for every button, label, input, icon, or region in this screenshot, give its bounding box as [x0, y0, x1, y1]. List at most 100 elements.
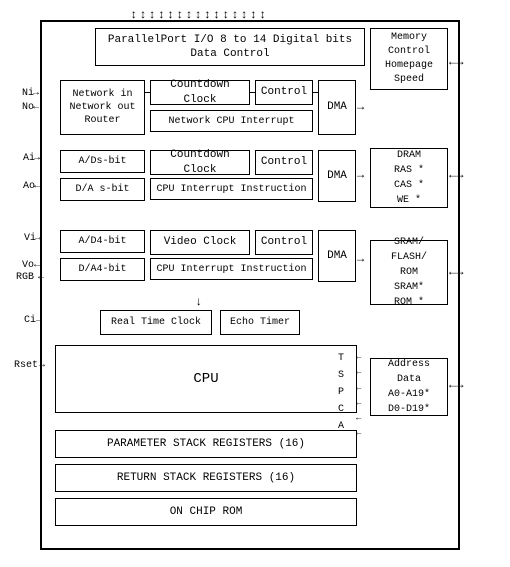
network-line2: Network out — [69, 101, 135, 114]
sram-line5: ROM * — [394, 295, 424, 310]
video-clock-label: Video Clock — [164, 235, 237, 249]
ci-label: Ci — [24, 315, 36, 326]
addr-line2: Data — [397, 372, 421, 387]
dram-line3: CAS * — [394, 178, 424, 193]
dma-3-box: DMA — [318, 230, 356, 282]
control-3-box: Control — [255, 230, 313, 255]
ni-arrow: → — [33, 88, 39, 99]
ci-arrow: → — [36, 315, 42, 326]
da-label: D/A s-bit — [75, 183, 129, 196]
on-chip-rom-label: ON CHIP ROM — [170, 505, 243, 519]
cpu-reg-t: T — [338, 350, 344, 367]
vid-ad-label: A/D4-bit — [78, 235, 126, 248]
rtclock-box: Real Time Clock — [100, 310, 212, 335]
conn-line-3 — [313, 92, 318, 93]
sram-box: SRAM/ FLASH/ ROM SRAM* ROM * — [370, 240, 448, 305]
countdown-clock-2-box: Countdown Clock — [150, 150, 250, 175]
vert-arrow: ↓ — [195, 295, 202, 309]
addr-arrow: ←→ — [449, 378, 463, 392]
mem-control-line2: Control — [388, 45, 430, 59]
param-stack-label: PARAMETER STACK REGISTERS (16) — [107, 437, 305, 451]
countdown-clock-2-label: Countdown Clock — [151, 148, 249, 177]
dram-line4: WE * — [397, 193, 421, 208]
control-2-label: Control — [261, 155, 307, 169]
vid-da-label: D/A4-bit — [78, 263, 126, 276]
ad-box: A/Ds-bit — [60, 150, 145, 173]
dma-1-box: DMA — [318, 80, 356, 135]
network-box: Network in Network out Router — [60, 80, 145, 135]
cpu-box: CPU — [55, 345, 357, 413]
countdown-clock-1-box: Countdown Clock — [150, 80, 250, 105]
sram-line2: FLASH/ — [391, 250, 427, 265]
echo-timer-box: Echo Timer — [220, 310, 300, 335]
network-line3: Router — [84, 114, 120, 127]
dram-line2: RAS * — [394, 163, 424, 178]
cpu-interrupt-1-box: Network CPU Interrupt — [150, 110, 313, 132]
dma-2-box: DMA — [318, 150, 356, 202]
parallel-port-line2: Data Control — [108, 47, 352, 61]
dram-box: DRAM RAS * CAS * WE * — [370, 148, 448, 208]
cpu-reg-p: P — [338, 384, 344, 401]
dma2-right-arrow: → — [357, 168, 364, 182]
network-line1: Network in — [72, 88, 132, 101]
addr-line1: Address — [388, 357, 430, 372]
dma1-right-arrow: → — [357, 100, 364, 114]
addr-line3: A0-A19* — [388, 387, 430, 402]
echo-timer-label: Echo Timer — [230, 316, 290, 329]
countdown-clock-1-label: Countdown Clock — [151, 78, 249, 107]
param-stack-box: PARAMETER STACK REGISTERS (16) — [55, 430, 357, 458]
da-box: D/A s-bit — [60, 178, 145, 201]
control-1-box: Control — [255, 80, 313, 105]
parallel-port-box: ParallelPort I/O 8 to 14 Digital bits Da… — [95, 28, 365, 66]
vid-ad-box: A/D4-bit — [60, 230, 145, 253]
dma-3-label: DMA — [327, 249, 347, 263]
conn-line-1 — [145, 92, 150, 93]
rset-arrow: → — [39, 360, 45, 371]
cpu-reg-c: C — [338, 401, 344, 418]
dma-1-label: DMA — [327, 100, 347, 114]
dma3-right-arrow: → — [357, 252, 364, 266]
sram-line4: SRAM* — [394, 280, 424, 295]
ao-arrow: ← — [34, 181, 40, 192]
cpu-reg-arrows: ← ← ← ← ← ← — [356, 350, 361, 442]
no-arrow: ← — [33, 102, 39, 113]
sram-line3: ROM — [400, 265, 418, 280]
return-stack-label: RETURN STACK REGISTERS (16) — [117, 471, 295, 485]
ad-label: A/Ds-bit — [78, 155, 126, 168]
dram-line1: DRAM — [397, 148, 421, 163]
mem-control-box: Memory Control Homepage Speed — [370, 28, 448, 90]
control-2-box: Control — [255, 150, 313, 175]
vo-label: Vo — [22, 260, 34, 271]
sram-arrow: ←→ — [449, 265, 463, 279]
sram-line1: SRAM/ — [394, 235, 424, 250]
addr-box: Address Data A0-A19* D0-D19* — [370, 358, 448, 416]
return-stack-box: RETURN STACK REGISTERS (16) — [55, 464, 357, 492]
rset-label: Rset — [14, 360, 38, 371]
conn-line-2 — [250, 92, 255, 93]
dma-2-label: DMA — [327, 169, 347, 183]
addr-line4: D0-D19* — [388, 402, 430, 417]
on-chip-rom-box: ON CHIP ROM — [55, 498, 357, 526]
cpu-label: CPU — [193, 370, 218, 388]
parallel-port-line1: ParallelPort I/O 8 to 14 Digital bits — [108, 33, 352, 47]
control-3-label: Control — [261, 235, 307, 249]
cpu-reg-s: S — [338, 367, 344, 384]
rtclock-label: Real Time Clock — [111, 316, 201, 329]
cpu-interrupt-2-box: CPU Interrupt Instruction — [150, 178, 313, 200]
control-1-label: Control — [261, 85, 307, 99]
mem-control-arrow: ←→ — [449, 55, 463, 69]
mem-control-line3: Homepage — [385, 59, 433, 73]
cpu-interrupt-3-label: CPU Interrupt Instruction — [156, 263, 306, 276]
cpu-interrupt-2-label: CPU Interrupt Instruction — [156, 183, 306, 196]
dram-arrow: ←→ — [449, 168, 463, 182]
video-clock-box: Video Clock — [150, 230, 250, 255]
mem-control-line4: Speed — [394, 73, 424, 87]
ai-arrow: → — [34, 153, 40, 164]
vo-arrow: ← — [34, 260, 40, 271]
vi-arrow: → — [35, 233, 41, 244]
vid-da-box: D/A4-bit — [60, 258, 145, 281]
diagram: ↕↕↕↕↕↕↕↕↕↕↕↕↕↕↕ ParallelPort I/O 8 to 14… — [0, 0, 510, 567]
cpu-interrupt-1-label: Network CPU Interrupt — [168, 115, 294, 128]
cpu-interrupt-3-box: CPU Interrupt Instruction — [150, 258, 313, 280]
rgb-label: RGB — [16, 272, 34, 283]
